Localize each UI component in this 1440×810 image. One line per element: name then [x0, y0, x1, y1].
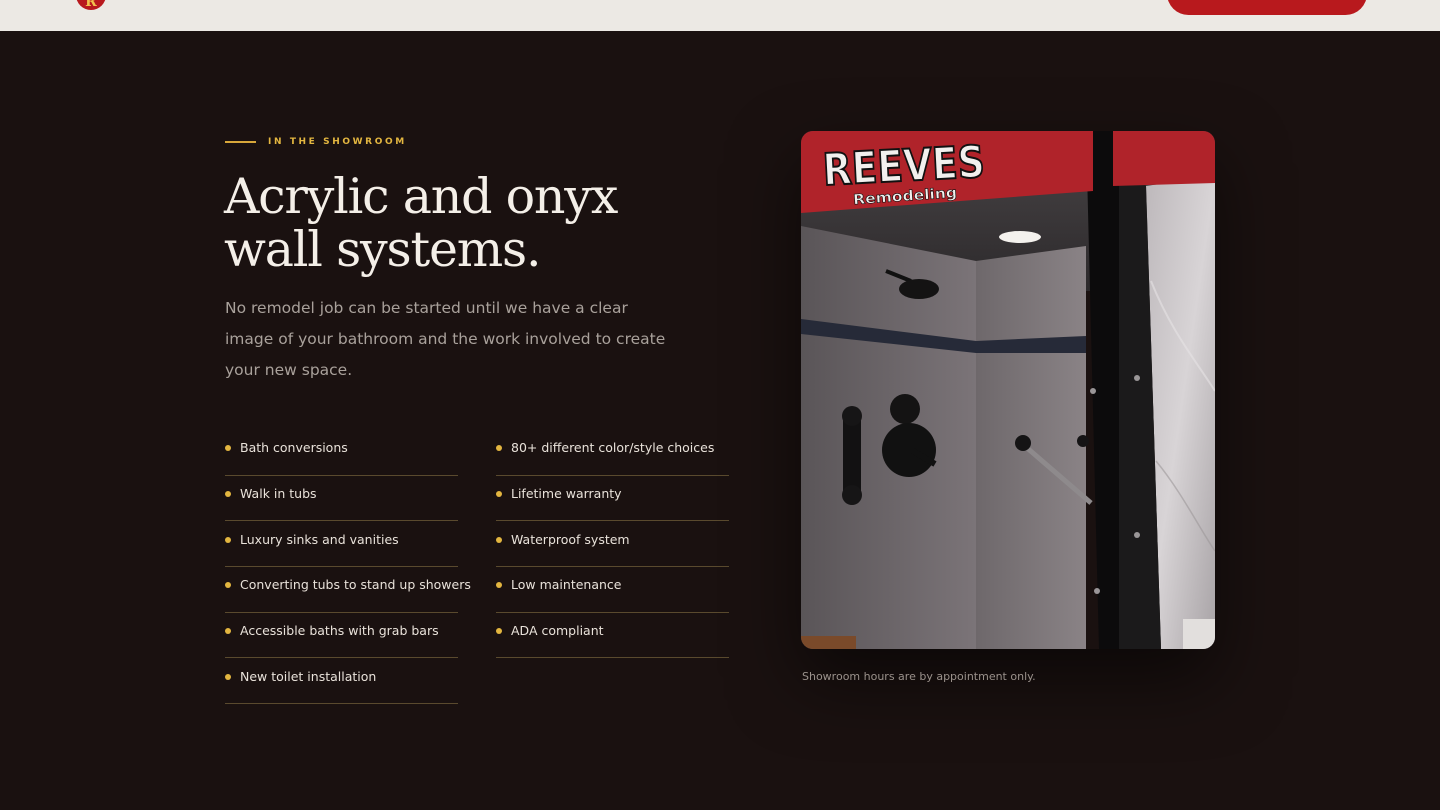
list-item: Bath conversions [225, 430, 458, 476]
list-item: 80+ different color/style choices [496, 430, 729, 476]
photo-caption: Showroom hours are by appointment only. [802, 670, 1036, 683]
list-item: Walk in tubs [225, 476, 458, 522]
logo[interactable]: R [76, 0, 106, 10]
bullet-icon [496, 445, 502, 452]
list-item-label: Bath conversions [240, 440, 348, 456]
header-cta-button[interactable] [1167, 0, 1367, 15]
bullet-icon [496, 582, 502, 589]
sign-text: REEVES [822, 137, 986, 196]
list-item-label: Waterproof system [511, 531, 630, 547]
title-line-2: wall systems. [224, 221, 542, 278]
list-item-label: Low maintenance [511, 577, 622, 593]
eyebrow-rule [225, 141, 256, 143]
bullet-icon [496, 491, 502, 498]
title-line-1: Acrylic and onyx [224, 168, 618, 225]
section-title: Acrylic and onyx wall systems. [224, 170, 744, 276]
bullet-icon [225, 536, 231, 543]
logo-letter: R [85, 0, 97, 10]
list-item: Converting tubs to stand up showers [225, 567, 471, 613]
list-item-label: Luxury sinks and vanities [240, 531, 399, 547]
list-item: Accessible baths with grab bars [225, 613, 458, 659]
bullet-icon [496, 628, 502, 635]
bullet-icon [225, 673, 231, 680]
bullet-icon [496, 536, 502, 543]
list-item-label: Converting tubs to stand up showers [240, 577, 471, 593]
site-header: R [0, 0, 1440, 31]
list-item-label: Walk in tubs [240, 486, 317, 502]
list-item: New toilet installation [225, 658, 458, 705]
bullet-icon [225, 491, 231, 498]
list-item: Waterproof system [496, 521, 729, 568]
bullet-icon [225, 582, 231, 589]
list-item-label: 80+ different color/style choices [511, 440, 715, 456]
list-item: ADA compliant [496, 613, 729, 659]
benefits-list: 80+ different color/style choices Lifeti… [496, 430, 729, 659]
eyebrow: IN THE SHOWROOM [225, 137, 407, 147]
services-list: Bath conversions Walk in tubs Luxury sin… [225, 430, 471, 705]
list-item-label: New toilet installation [240, 668, 377, 684]
list-item: Luxury sinks and vanities [225, 521, 458, 568]
showroom-photo: REEVES Remodeling [801, 131, 1215, 649]
list-item: Lifetime warranty [496, 476, 729, 522]
eyebrow-text: IN THE SHOWROOM [268, 137, 407, 147]
bullet-icon [225, 445, 231, 452]
list-item-label: Lifetime warranty [511, 486, 622, 502]
bullet-icon [225, 628, 231, 635]
lead-paragraph: No remodel job can be started until we h… [225, 299, 666, 379]
list-item: Low maintenance [496, 567, 729, 613]
list-item-label: Accessible baths with grab bars [240, 623, 439, 639]
list-item-label: ADA compliant [511, 623, 604, 639]
